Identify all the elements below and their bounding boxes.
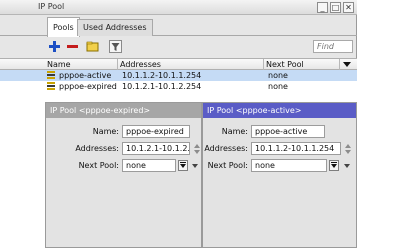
next-pool-label: Next Pool:: [207, 161, 248, 170]
next-pool-select[interactable]: none: [251, 159, 327, 172]
pool-active-title[interactable]: IP Pool <pppoe-active>: [203, 103, 356, 118]
window-titlebar[interactable]: IP Pool _ □ ✕: [0, 0, 357, 15]
name-label: Name:: [92, 127, 119, 136]
window-title: IP Pool: [38, 2, 65, 11]
expand-icon[interactable]: [344, 164, 350, 168]
comment-icon[interactable]: [86, 40, 99, 53]
pool-expired-window: IP Pool <pppoe-expired> Name: pppoe-expi…: [45, 102, 202, 248]
minimize-button[interactable]: _: [317, 2, 328, 13]
table-header: Name Addresses Next Pool: [0, 58, 357, 70]
table-row[interactable]: pppoe-expired 10.1.2.1-10.1.2.254 none: [0, 81, 357, 92]
row-next-pool: none: [268, 71, 288, 80]
addresses-field[interactable]: 10.1.2.1-10.1.2.254: [122, 142, 190, 155]
name-label: Name:: [221, 127, 248, 136]
name-field[interactable]: pppoe-expired: [122, 125, 190, 138]
find-input[interactable]: [313, 40, 353, 53]
column-addresses[interactable]: Addresses: [118, 59, 264, 70]
dropdown-icon[interactable]: [178, 160, 188, 171]
row-addresses: 10.1.1.2-10.1.1.254: [122, 71, 202, 80]
maximize-button[interactable]: □: [330, 2, 341, 13]
pool-expired-title[interactable]: IP Pool <pppoe-expired>: [46, 103, 201, 118]
spinner-icon[interactable]: [344, 143, 352, 155]
ip-pool-window: IP Pool _ □ ✕ Pools Used Addresses Name …: [0, 0, 357, 100]
tab-used-addresses[interactable]: Used Addresses: [77, 19, 153, 36]
spinner-icon[interactable]: [193, 143, 201, 155]
remove-icon[interactable]: [66, 40, 79, 53]
row-next-pool: none: [268, 82, 288, 91]
tab-bar: Pools Used Addresses: [0, 17, 357, 37]
close-button[interactable]: ✕: [343, 2, 354, 13]
next-pool-label: Next Pool:: [78, 161, 119, 170]
table-row[interactable]: pppoe-active 10.1.1.2-10.1.1.254 none: [0, 70, 357, 81]
next-pool-select[interactable]: none: [122, 159, 176, 172]
pool-icon: [47, 71, 55, 79]
pool-icon: [47, 82, 55, 90]
filter-icon[interactable]: [109, 40, 122, 53]
pool-table: Name Addresses Next Pool pppoe-active 10…: [0, 58, 357, 100]
name-field[interactable]: pppoe-active: [251, 125, 325, 138]
column-name[interactable]: Name: [0, 59, 118, 70]
addresses-field[interactable]: 10.1.1.2-10.1.1.254: [251, 142, 341, 155]
tab-pools[interactable]: Pools: [47, 17, 80, 37]
row-name: pppoe-expired: [59, 82, 117, 91]
row-name: pppoe-active: [59, 71, 112, 80]
column-next-pool[interactable]: Next Pool: [264, 59, 340, 70]
expand-icon[interactable]: [192, 164, 198, 168]
add-icon[interactable]: [48, 40, 61, 53]
toolbar: [0, 37, 357, 57]
addresses-label: Addresses:: [204, 144, 248, 153]
dropdown-icon[interactable]: [329, 160, 339, 171]
column-menu-icon[interactable]: [343, 62, 351, 67]
row-addresses: 10.1.2.1-10.1.2.254: [122, 82, 202, 91]
pool-active-window: IP Pool <pppoe-active> Name: pppoe-activ…: [202, 102, 357, 248]
addresses-label: Addresses:: [75, 144, 119, 153]
